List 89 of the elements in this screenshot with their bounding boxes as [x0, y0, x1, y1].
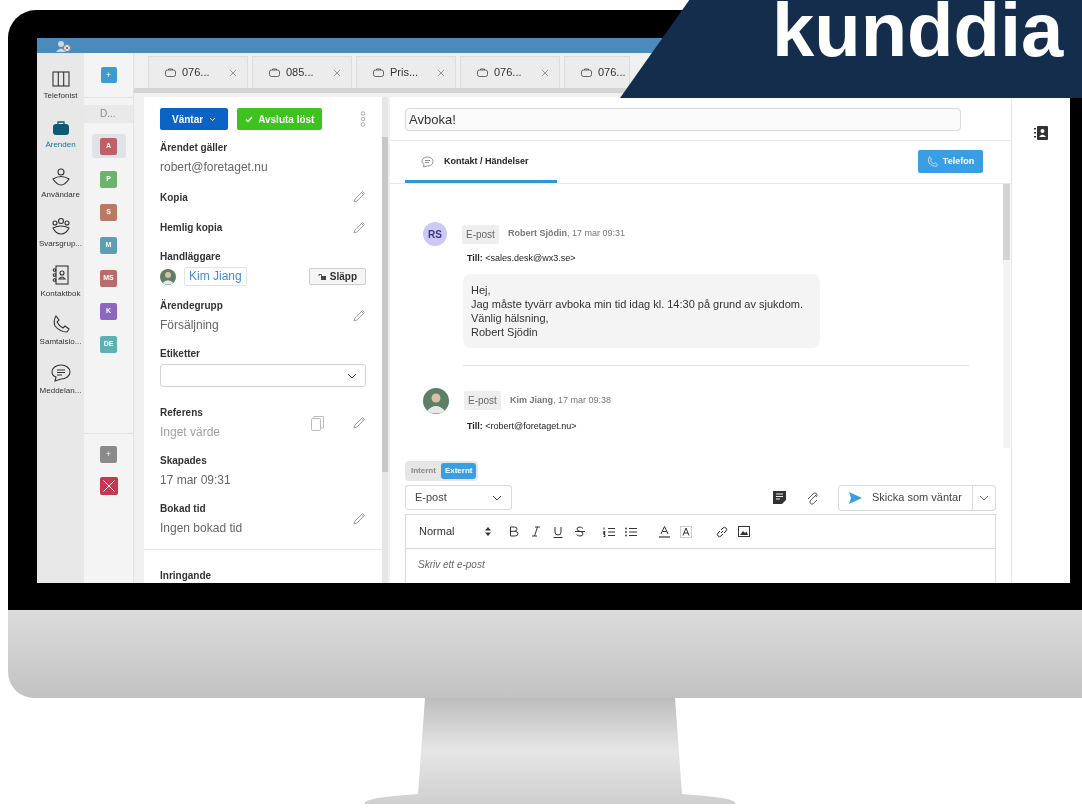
field-label: Skapades [160, 454, 208, 468]
nav-item[interactable]: Ärenden [37, 111, 84, 160]
user-avatar-icon[interactable] [55, 39, 71, 52]
channel-select[interactable]: E-post [405, 485, 512, 510]
case-tab[interactable]: 076... [460, 56, 560, 88]
note-icon[interactable] [773, 491, 786, 504]
field-label: Ärendegrupp [160, 298, 224, 313]
nav-item[interactable]: Svarsgrup... [37, 209, 84, 258]
field-label: Etiketter [160, 347, 201, 361]
release-button[interactable]: Släpp [308, 268, 366, 285]
strikethrough-icon[interactable] [575, 526, 585, 537]
field-label: Inringande [160, 569, 213, 583]
channel-tag: E-post [462, 224, 499, 244]
briefcase-icon [51, 120, 70, 136]
briefcase-icon [373, 68, 384, 77]
send-button[interactable]: Skicka som väntar [838, 484, 996, 511]
field-value: Ingen bokad tid [160, 520, 244, 537]
numbered-list-icon[interactable] [603, 526, 615, 537]
field-label: Handläggare [160, 250, 222, 264]
phone-icon [926, 156, 938, 167]
group-icon [50, 217, 71, 235]
field-value: 17 mar 09:31 [160, 472, 232, 489]
chevron-down-icon [492, 494, 502, 501]
subject-field[interactable]: Avboka! [405, 108, 961, 131]
phone-icon [51, 315, 70, 333]
email-body-field[interactable]: Skriv ett e-post [405, 549, 996, 583]
handler-link[interactable]: Kim Jiang [184, 267, 247, 286]
briefcase-icon [581, 68, 592, 77]
underline-icon[interactable] [553, 525, 563, 538]
chevron-down-icon [209, 116, 217, 122]
close-icon[interactable] [541, 68, 549, 77]
contact-book-icon[interactable] [1034, 126, 1048, 140]
channel-tag: E-post [464, 391, 501, 410]
chevron-down-icon [347, 372, 357, 379]
send-icon [849, 491, 862, 504]
field-label: Ärendet gäller [160, 140, 229, 155]
link-icon[interactable] [716, 525, 728, 538]
field-label: Kopia [160, 190, 189, 205]
chat-bubble-icon [50, 364, 71, 382]
contact-book-icon [51, 265, 70, 285]
bullet-list-icon[interactable] [625, 526, 637, 537]
message-header: Robert Sjödin, 17 mar 09:31 [507, 227, 625, 241]
field-label: Referens [160, 406, 204, 420]
text-color-icon[interactable] [659, 525, 670, 538]
bold-icon[interactable] [509, 526, 519, 537]
close-icon[interactable] [437, 68, 445, 77]
field-value: Inget värde [160, 424, 222, 441]
message-recipient: Till: <robert@foretaget.nu> [467, 419, 578, 433]
field-label: Hemlig kopia [160, 221, 224, 236]
remove-icon[interactable] [99, 477, 118, 495]
avatar: RS [423, 222, 447, 246]
field-value: robert@foretaget.nu [160, 159, 269, 176]
highlight-color-icon[interactable] [680, 525, 692, 538]
status-dropdown-button[interactable]: Väntar [160, 108, 229, 130]
checkmark-icon [245, 115, 254, 123]
avatar-photo-icon [160, 268, 176, 285]
columns-icon [51, 71, 70, 87]
message-recipient: Till: <sales.desk@wx3.se> [467, 252, 577, 265]
case-tab[interactable]: 085... [252, 56, 352, 88]
close-icon[interactable] [229, 68, 237, 77]
briefcase-icon [269, 68, 280, 77]
message-body: Hej, Jag måste tyvärr avboka min tid idag kl. 14:30 på grund av sjukdom. Vänlig hälsning, Robert Sjödin [463, 273, 820, 348]
italic-icon[interactable] [531, 526, 541, 537]
case-tab[interactable]: 076... [148, 56, 248, 88]
conversation-tab[interactable]: Kontakt / Händelser [405, 143, 557, 183]
nav-item[interactable]: Meddelan... [37, 356, 84, 405]
field-value: Försäljning [160, 317, 220, 334]
nav-item[interactable]: Kontaktbok [37, 258, 84, 307]
briefcase-icon [477, 68, 488, 77]
format-select[interactable]: Normal [419, 523, 491, 540]
briefcase-icon [165, 68, 176, 77]
nav-item[interactable]: Användare [37, 160, 84, 209]
chat-bubble-icon [421, 155, 434, 168]
paperclip-icon[interactable] [806, 490, 818, 505]
field-label: Bokad tid [160, 502, 207, 516]
close-icon[interactable] [333, 68, 341, 77]
chevron-down-icon [979, 494, 989, 501]
nav-item[interactable]: Samtalslo... [37, 307, 84, 356]
user-icon [51, 168, 70, 186]
image-icon[interactable] [738, 526, 750, 537]
case-tab[interactable]: Pris... [356, 56, 456, 88]
sort-arrows-icon [485, 527, 491, 536]
nav-item[interactable]: Telefonist [37, 62, 84, 111]
unlock-icon [317, 273, 326, 280]
queue-header: D... [84, 105, 133, 123]
case-tab[interactable]: 076... [564, 56, 630, 88]
avatar-photo-icon [423, 387, 449, 414]
brand-logo-text: kunddia [772, 0, 1064, 72]
message-header: Kim Jiang, 17 mar 09:38 [509, 393, 611, 407]
